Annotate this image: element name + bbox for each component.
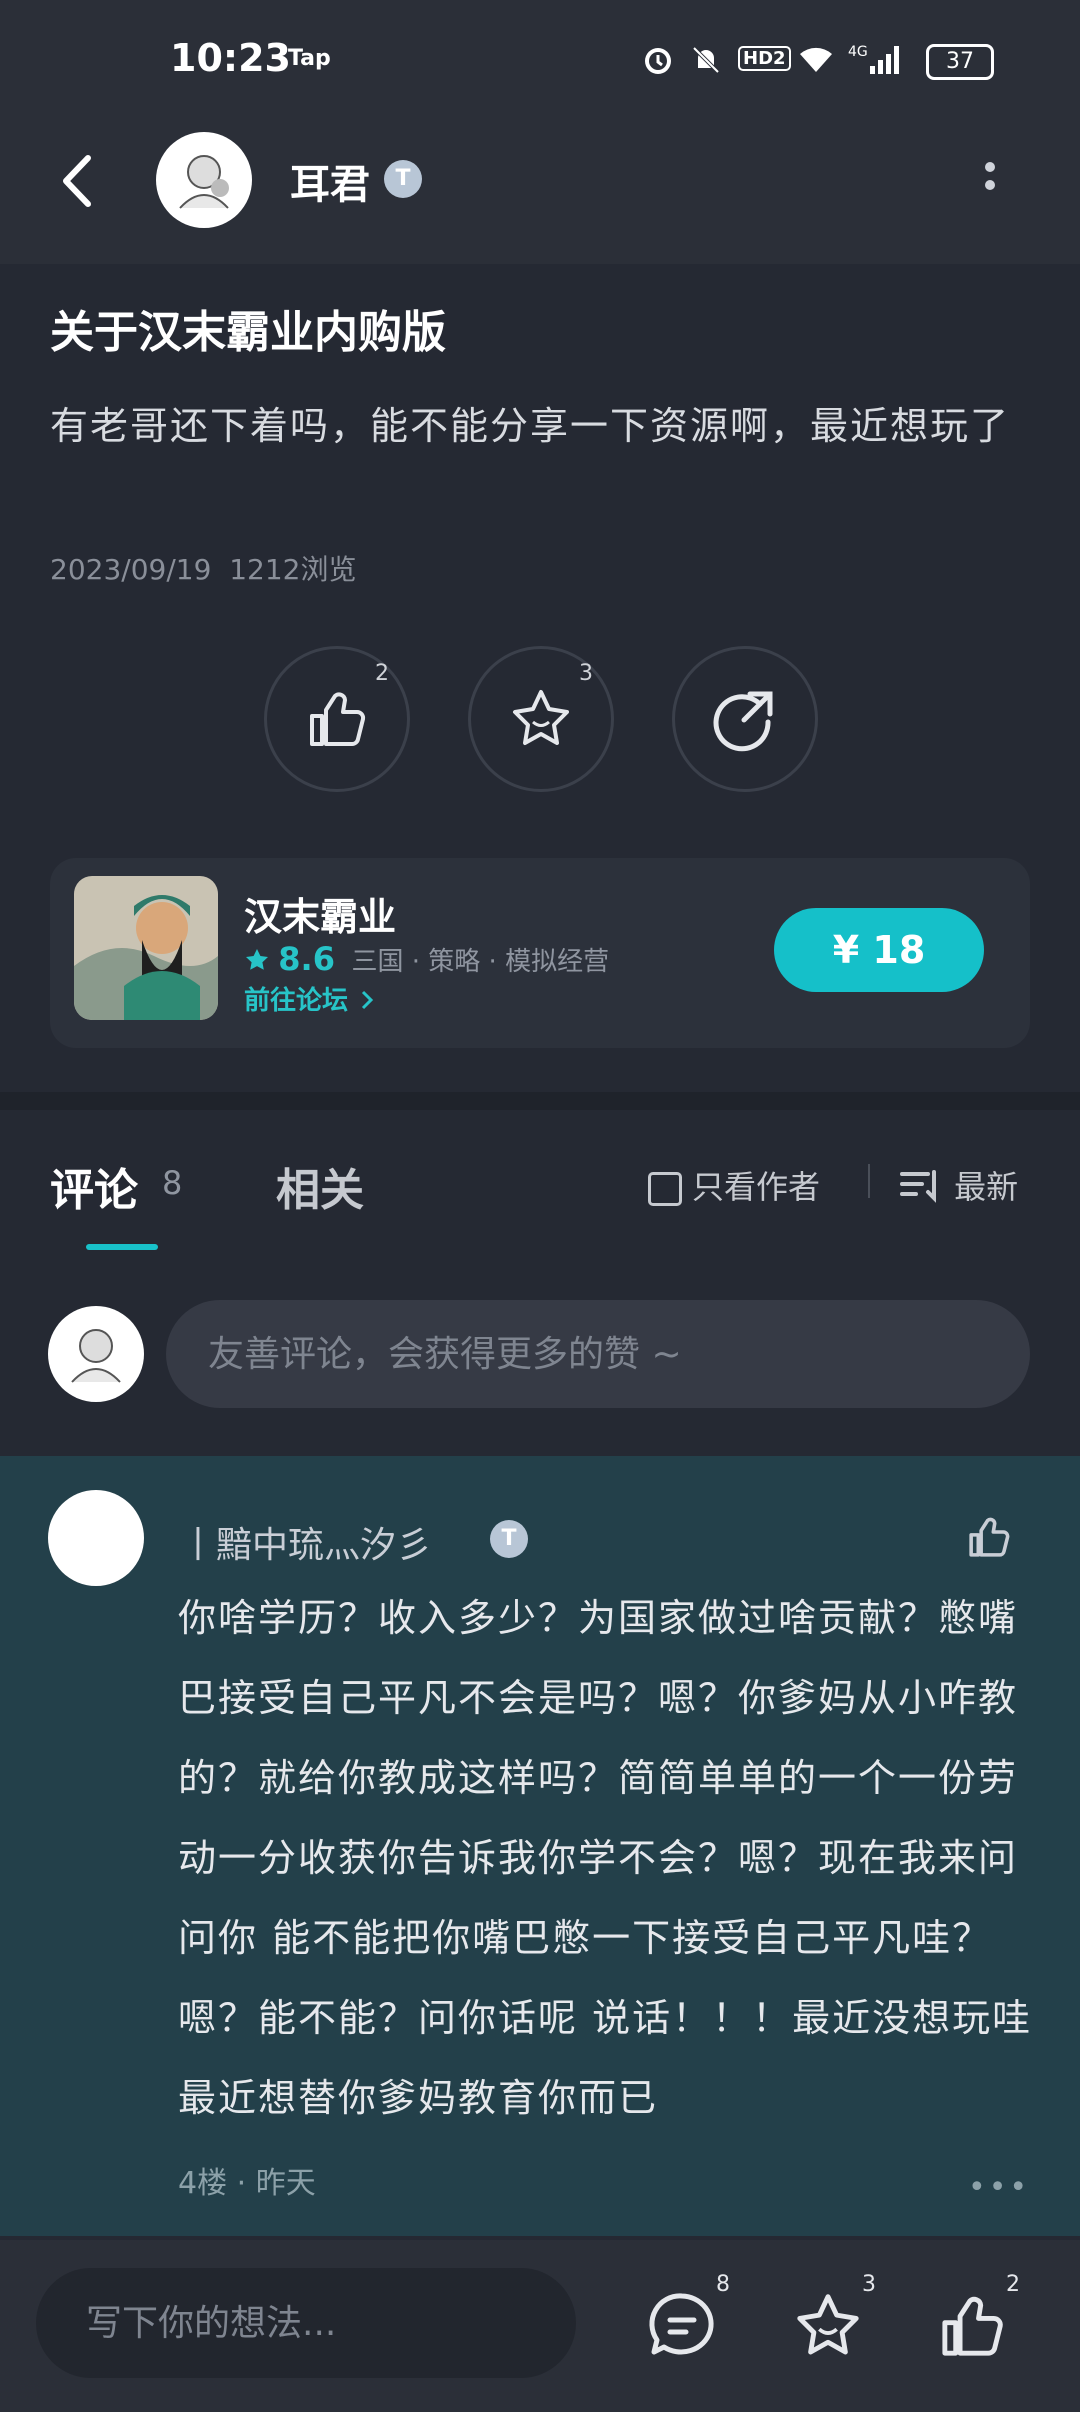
more-options-button[interactable] <box>974 156 1006 206</box>
thumbs-up-icon <box>310 692 366 746</box>
more-dot-icon <box>985 162 995 172</box>
comment-more-icon[interactable]: ••• <box>968 2170 1030 2205</box>
thumbs-up-icon <box>969 1517 1010 1557</box>
bottom-like-button[interactable]: 2 <box>934 2272 1020 2364</box>
star-icon <box>797 2294 859 2355</box>
comment-like-button[interactable] <box>964 1512 1014 1566</box>
more-dot-icon <box>985 180 995 190</box>
sort-label: 最新 <box>954 1168 1019 1206</box>
post-body: 有老哥还下着吗，能不能分享一下资源啊，最近想玩了 <box>50 404 1011 448</box>
post-date: 2023/09/19 <box>50 553 212 586</box>
my-avatar[interactable] <box>48 1306 144 1402</box>
level-badge-icon: T <box>490 1520 528 1558</box>
alarm-icon <box>640 42 676 86</box>
comment-input[interactable] <box>166 1300 1030 1408</box>
bottom-favorite-button[interactable]: 3 <box>790 2272 876 2364</box>
comment-floor-time: 4楼 · 昨天 <box>178 2166 316 2201</box>
game-tags: 三国 · 策略 · 模拟经营 <box>351 947 610 977</box>
game-card[interactable]: 汉末霸业 8.6 三国 · 策略 · 模拟经营 前往论坛 ¥ 18 <box>50 858 1030 1048</box>
cellular-signal-icon: 4G <box>848 42 908 86</box>
back-button[interactable] <box>50 146 110 216</box>
thumbs-up-icon <box>942 2296 1003 2356</box>
comment-text: 你啥学历？收入多少？为国家做过啥贡献？憋嘴巴接受自己平凡不会是吗？嗯？你爹妈从小… <box>178 1596 1033 2120</box>
mute-icon <box>688 42 724 86</box>
like-button[interactable]: 2 <box>264 646 410 792</box>
divider <box>868 1164 870 1198</box>
chevron-left-icon <box>63 155 91 207</box>
author-avatar[interactable] <box>156 132 252 228</box>
chevron-right-icon <box>362 990 374 1010</box>
tab-related[interactable]: 相关 <box>276 1154 364 1218</box>
level-badge-icon: T <box>384 160 422 198</box>
comment-bubble-icon <box>649 2293 714 2355</box>
tab-comments[interactable]: 评论 <box>50 1154 138 1218</box>
star-icon <box>513 690 569 745</box>
favorite-count: 3 <box>579 661 593 686</box>
bottom-comment-button[interactable]: 8 <box>644 2272 730 2364</box>
like-count: 2 <box>375 661 389 686</box>
author-only-toggle[interactable]: 只看作者 <box>648 1162 820 1208</box>
game-icon[interactable] <box>74 876 218 1020</box>
tab-comments-count: 8 <box>162 1164 183 1202</box>
author-only-label: 只看作者 <box>692 1168 821 1206</box>
status-time: 10:23 <box>170 36 291 80</box>
sort-button[interactable]: 最新 <box>900 1162 1018 1208</box>
forum-link-label: 前往论坛 <box>244 986 349 1016</box>
bottom-favorite-count: 3 <box>862 2272 876 2297</box>
post-title: 关于汉末霸业内购版 <box>50 307 446 358</box>
battery-indicator: 37 <box>926 44 994 80</box>
top-bar <box>0 0 1080 264</box>
checkbox-icon[interactable] <box>648 1172 682 1206</box>
share-icon <box>713 691 773 752</box>
buy-price-button[interactable]: ¥ 18 <box>774 908 984 992</box>
game-name[interactable]: 汉末霸业 <box>244 886 396 941</box>
section-divider <box>0 1092 1080 1110</box>
bottom-comment-count: 8 <box>716 2272 730 2297</box>
wifi-icon <box>796 42 836 84</box>
hd-icon: HD2 <box>738 46 791 71</box>
active-tab-indicator <box>86 1244 158 1250</box>
svg-text:4G: 4G <box>848 44 868 60</box>
commenter-name[interactable]: 丨黯中琉灬汐彡 <box>180 1516 432 1568</box>
rating-star-icon <box>246 949 268 970</box>
author-name[interactable]: 耳君 <box>290 152 370 210</box>
bottom-reply-input[interactable] <box>36 2268 576 2378</box>
favorite-button[interactable]: 3 <box>468 646 614 792</box>
share-button[interactable] <box>672 646 818 792</box>
sort-list-icon <box>900 1170 936 1203</box>
status-app-label: Tap <box>288 46 331 71</box>
game-rating-row: 8.6 三国 · 策略 · 模拟经营 <box>244 940 609 978</box>
post-meta: 2023/09/19 1212浏览 <box>50 548 356 588</box>
commenter-avatar[interactable] <box>48 1490 144 1586</box>
bottom-bar: 8 3 2 <box>0 2240 1080 2412</box>
game-rating: 8.6 <box>278 940 335 978</box>
post-views: 1212浏览 <box>229 553 357 586</box>
bottom-like-count: 2 <box>1006 2272 1020 2297</box>
forum-link[interactable]: 前往论坛 <box>244 980 377 1017</box>
